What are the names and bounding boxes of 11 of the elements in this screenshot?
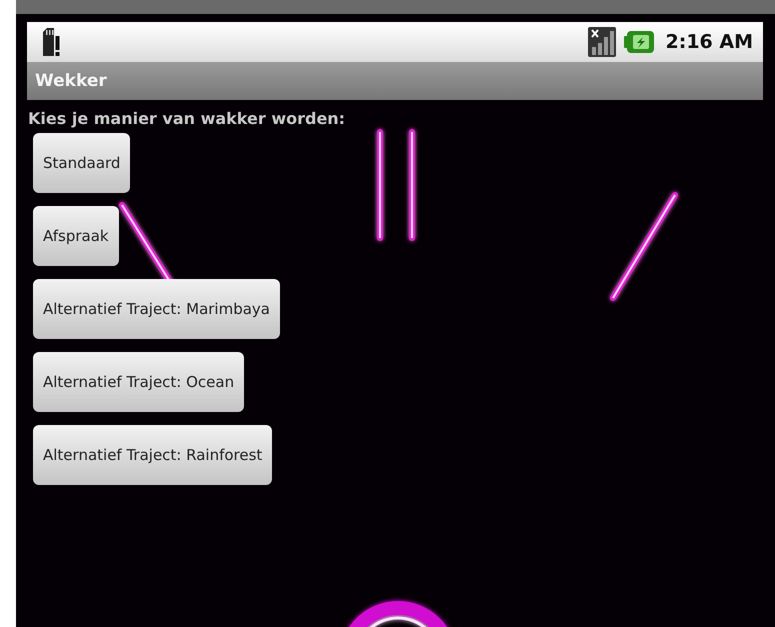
charging-battery-icon [624,31,654,53]
status-time: 2:16 AM [666,31,753,53]
option-button[interactable]: Afspraak [33,206,119,266]
prompt-text: Kies je manier van wakker worden: [27,108,346,128]
no-signal-icon [588,27,616,57]
option-button[interactable]: Alternatief Traject: Ocean [33,352,244,412]
option-button[interactable]: Standaard [33,133,130,193]
window-title: Wekker [35,71,107,91]
option-button[interactable]: Alternatief Traject: Rainforest [33,425,272,485]
sd-card-warning-icon [41,28,61,56]
option-button[interactable]: Alternatief Traject: Marimbaya [33,279,280,339]
